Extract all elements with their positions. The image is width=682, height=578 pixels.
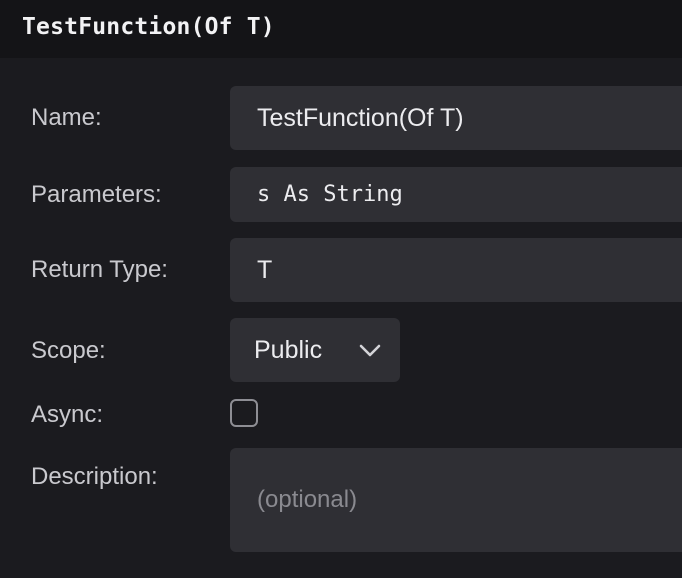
scope-select[interactable]: Public	[230, 318, 400, 382]
parameters-label: Parameters:	[31, 181, 162, 208]
return-type-input[interactable]: T	[230, 238, 682, 302]
chevron-down-icon	[359, 344, 381, 357]
parameters-value: s As String	[257, 182, 403, 207]
return-type-value: T	[257, 255, 273, 284]
async-checkbox[interactable]	[230, 399, 258, 427]
description-placeholder: (optional)	[257, 486, 358, 513]
description-textarea[interactable]: (optional)	[230, 448, 682, 552]
parameters-input[interactable]: s As String	[230, 167, 682, 222]
description-label: Description:	[31, 463, 158, 490]
panel-title: TestFunction(Of T)	[22, 14, 275, 40]
scope-selected-value: Public	[254, 335, 323, 364]
name-value: TestFunction(Of T)	[257, 103, 464, 132]
function-properties-panel: TestFunction(Of T) Name: TestFunction(Of…	[0, 0, 682, 578]
name-label: Name:	[31, 104, 102, 131]
name-input[interactable]: TestFunction(Of T)	[230, 86, 682, 150]
return-type-label: Return Type:	[31, 256, 168, 283]
async-label: Async:	[31, 401, 104, 428]
panel-header: TestFunction(Of T)	[0, 0, 682, 58]
scope-label: Scope:	[31, 337, 106, 364]
